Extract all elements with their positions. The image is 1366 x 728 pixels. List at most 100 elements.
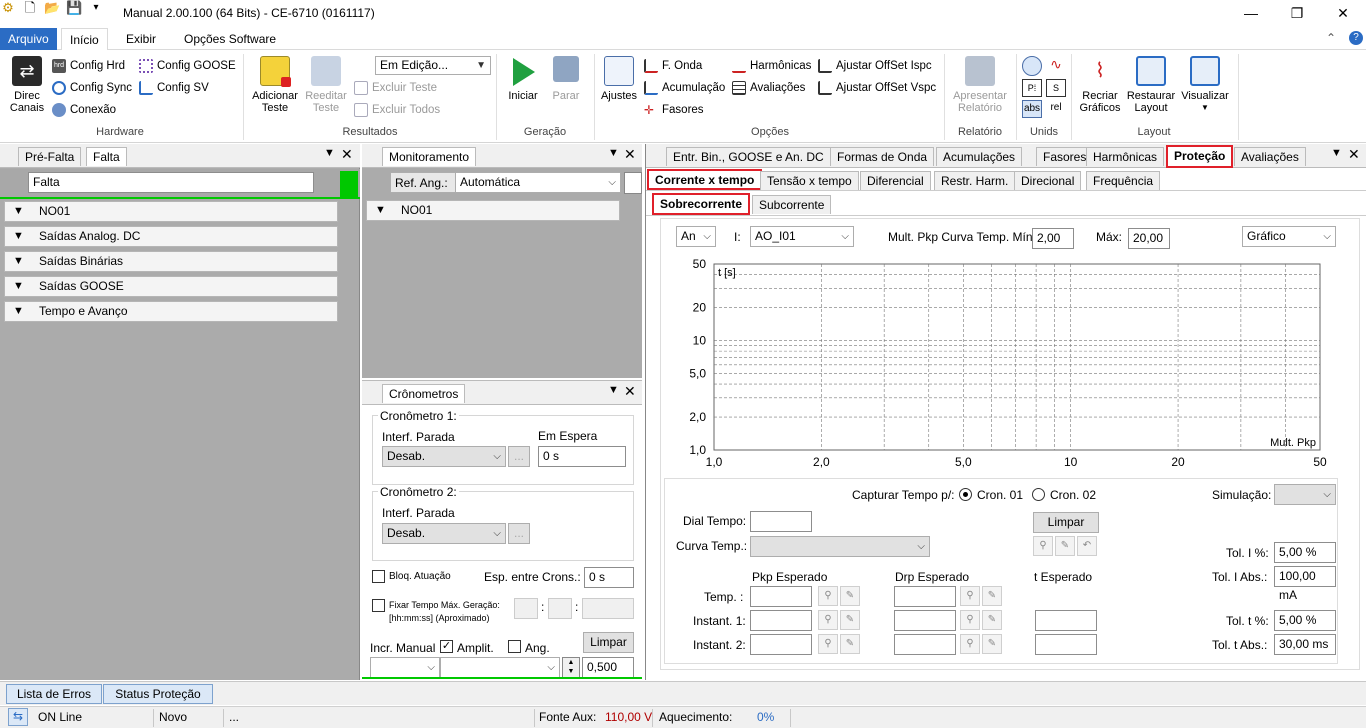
tab-formas-onda[interactable]: Formas de Onda: [830, 147, 935, 166]
panel-menu-icon[interactable]: ▼: [608, 147, 619, 159]
row-saidas-binarias[interactable]: ▼ Saídas Binárias: [4, 251, 338, 272]
menu-file[interactable]: Arquivo: [0, 28, 57, 50]
menu-options[interactable]: Opções Software: [176, 28, 284, 50]
tol-t-pct-field[interactable]: 5,00 %: [1274, 610, 1336, 631]
subsubtab-subcorrente[interactable]: Subcorrente: [752, 195, 832, 214]
pkp-temp-field[interactable]: [750, 586, 812, 607]
drp-inst1-field[interactable]: [894, 610, 956, 631]
tol-i-abs-field[interactable]: 100,00 mA: [1274, 566, 1336, 602]
connection-status-icon[interactable]: ⇆: [8, 708, 28, 726]
drp-inst2-field[interactable]: [894, 634, 956, 655]
search-icon[interactable]: ⚲: [960, 586, 980, 606]
crono2-browse-button[interactable]: ...: [508, 523, 530, 544]
restore-button[interactable]: ❐: [1274, 0, 1320, 28]
mult-min-field[interactable]: 2,00: [1032, 228, 1074, 249]
cron01-radio[interactable]: [959, 488, 972, 501]
direc-canais-button[interactable]: ⇄ Direc Canais: [6, 56, 48, 114]
subsubtab-sobrecorrente[interactable]: Sobrecorrente: [652, 193, 751, 215]
search-icon[interactable]: ⚲: [960, 610, 980, 630]
amplit-checkbox[interactable]: ✓: [440, 640, 453, 653]
pkp-inst2-field[interactable]: [750, 634, 812, 655]
step-value-field[interactable]: 0,500: [582, 657, 634, 678]
f-onda-button[interactable]: F. Onda: [644, 59, 702, 73]
tol-t-abs-field[interactable]: 30,00 ms: [1274, 634, 1336, 655]
panel-close-icon[interactable]: ✕: [624, 146, 636, 163]
t-inst2-field[interactable]: [1035, 634, 1097, 655]
parar-button[interactable]: Parar: [546, 56, 586, 102]
config-sv-button[interactable]: Config SV: [139, 81, 209, 95]
app-icon[interactable]: ⚙: [0, 0, 16, 16]
harmonicas-button[interactable]: Harmônicas: [732, 59, 811, 73]
pen-icon[interactable]: ✎: [1055, 536, 1075, 556]
incr-channel-combo[interactable]: ⌵: [370, 657, 440, 678]
config-goose-button[interactable]: Config GOOSE: [139, 59, 236, 73]
search-icon[interactable]: ⚲: [960, 634, 980, 654]
question-icon[interactable]: ?: [1349, 31, 1363, 45]
tab-cronometros[interactable]: Crônometros: [382, 384, 466, 403]
menu-view[interactable]: Exibir: [118, 28, 164, 50]
panel-close-icon[interactable]: ✕: [1348, 146, 1360, 163]
tab-status-protecao[interactable]: Status Proteção: [103, 684, 213, 704]
drp-temp-field[interactable]: [894, 586, 956, 607]
pen-icon[interactable]: ✎: [840, 634, 860, 654]
config-sync-button[interactable]: Config Sync: [52, 81, 132, 95]
fasores-button[interactable]: ✛ Fasores: [644, 103, 704, 117]
panel-close-icon[interactable]: ✕: [341, 146, 353, 163]
panel-menu-icon[interactable]: ▼: [608, 384, 619, 396]
search-icon[interactable]: ⚲: [818, 634, 838, 654]
max-field[interactable]: 20,00: [1128, 228, 1170, 249]
row-saidas-goose[interactable]: ▼ Saídas GOOSE: [4, 276, 338, 297]
tab-acumulacoes[interactable]: Acumulações: [936, 147, 1023, 166]
config-hrd-button[interactable]: hrd Config Hrd: [52, 59, 125, 73]
new-file-icon[interactable]: 🗋: [22, 0, 38, 16]
test-status-combo[interactable]: Em Edição... ▼: [375, 56, 491, 75]
incr-quantity-combo[interactable]: ⌵: [440, 657, 560, 678]
signal-icon[interactable]: S: [1046, 79, 1066, 97]
fixar-mm-field[interactable]: [548, 598, 572, 619]
pen-icon[interactable]: ✎: [982, 586, 1002, 606]
conexao-button[interactable]: Conexão: [52, 103, 116, 117]
clock-icon[interactable]: [1022, 56, 1042, 76]
pen-icon[interactable]: ✎: [982, 634, 1002, 654]
subtab-corrente-tempo[interactable]: Corrente x tempo: [647, 169, 763, 190]
open-folder-icon[interactable]: 📂: [44, 0, 60, 16]
subtab-frequencia[interactable]: Frequência: [1086, 171, 1161, 190]
tab-pre-falta[interactable]: Pré-Falta: [18, 147, 82, 166]
excluir-teste-button[interactable]: Excluir Teste: [354, 81, 437, 95]
offset-vspc-button[interactable]: Ajustar OffSet Vspc: [818, 81, 936, 95]
step-spinner[interactable]: ▲ ▼: [562, 657, 580, 678]
search-icon[interactable]: ⚲: [818, 610, 838, 630]
row-tempo-avanco[interactable]: ▼ Tempo e Avanço: [4, 301, 338, 322]
view-mode-combo[interactable]: Gráfico ⌵: [1242, 226, 1336, 247]
iniciar-button[interactable]: Iniciar: [503, 56, 543, 102]
curva-temp-combo[interactable]: ⌵: [750, 536, 930, 557]
tab-falta[interactable]: Falta: [86, 147, 127, 166]
bloq-atuacao-checkbox[interactable]: [372, 570, 385, 583]
panel-close-icon[interactable]: ✕: [624, 383, 636, 400]
abs-toggle[interactable]: abs: [1022, 100, 1042, 118]
tab-monitoramento[interactable]: Monitoramento: [382, 147, 477, 166]
panel-menu-icon[interactable]: ▼: [1331, 147, 1342, 159]
t-inst1-field[interactable]: [1035, 610, 1097, 631]
search-icon[interactable]: ⚲: [818, 586, 838, 606]
offset-ispc-button[interactable]: Ajustar OffSet Ispc: [818, 59, 932, 73]
limpar-button[interactable]: Limpar: [1033, 512, 1099, 533]
crono1-browse-button[interactable]: ...: [508, 446, 530, 467]
tab-harmonicas[interactable]: Harmônicas: [1086, 147, 1165, 166]
row-saidas-analog[interactable]: ▼ Saídas Analog. DC: [4, 226, 338, 247]
pulse-icon[interactable]: P⁞: [1022, 79, 1042, 97]
ang-checkbox[interactable]: [508, 640, 521, 653]
subtab-direcional[interactable]: Direcional: [1014, 171, 1082, 190]
tab-lista-erros[interactable]: Lista de Erros: [6, 684, 102, 704]
dial-tempo-field[interactable]: [750, 511, 812, 532]
tab-fasores[interactable]: Fasores: [1036, 147, 1094, 166]
pen-icon[interactable]: ✎: [840, 610, 860, 630]
recriar-graficos-button[interactable]: ⌇ Recriar Gráficos: [1075, 56, 1125, 114]
panel-menu-icon[interactable]: ▼: [324, 147, 335, 159]
acumulacao-button[interactable]: Acumulação: [644, 81, 725, 95]
pkp-inst1-field[interactable]: [750, 610, 812, 631]
excluir-todos-button[interactable]: Excluir Todos: [354, 103, 440, 117]
apresentar-relatorio-button[interactable]: Apresentar Relatório: [948, 56, 1012, 114]
subtab-restr-harm[interactable]: Restr. Harm.: [934, 171, 1016, 190]
pen-icon[interactable]: ✎: [982, 610, 1002, 630]
